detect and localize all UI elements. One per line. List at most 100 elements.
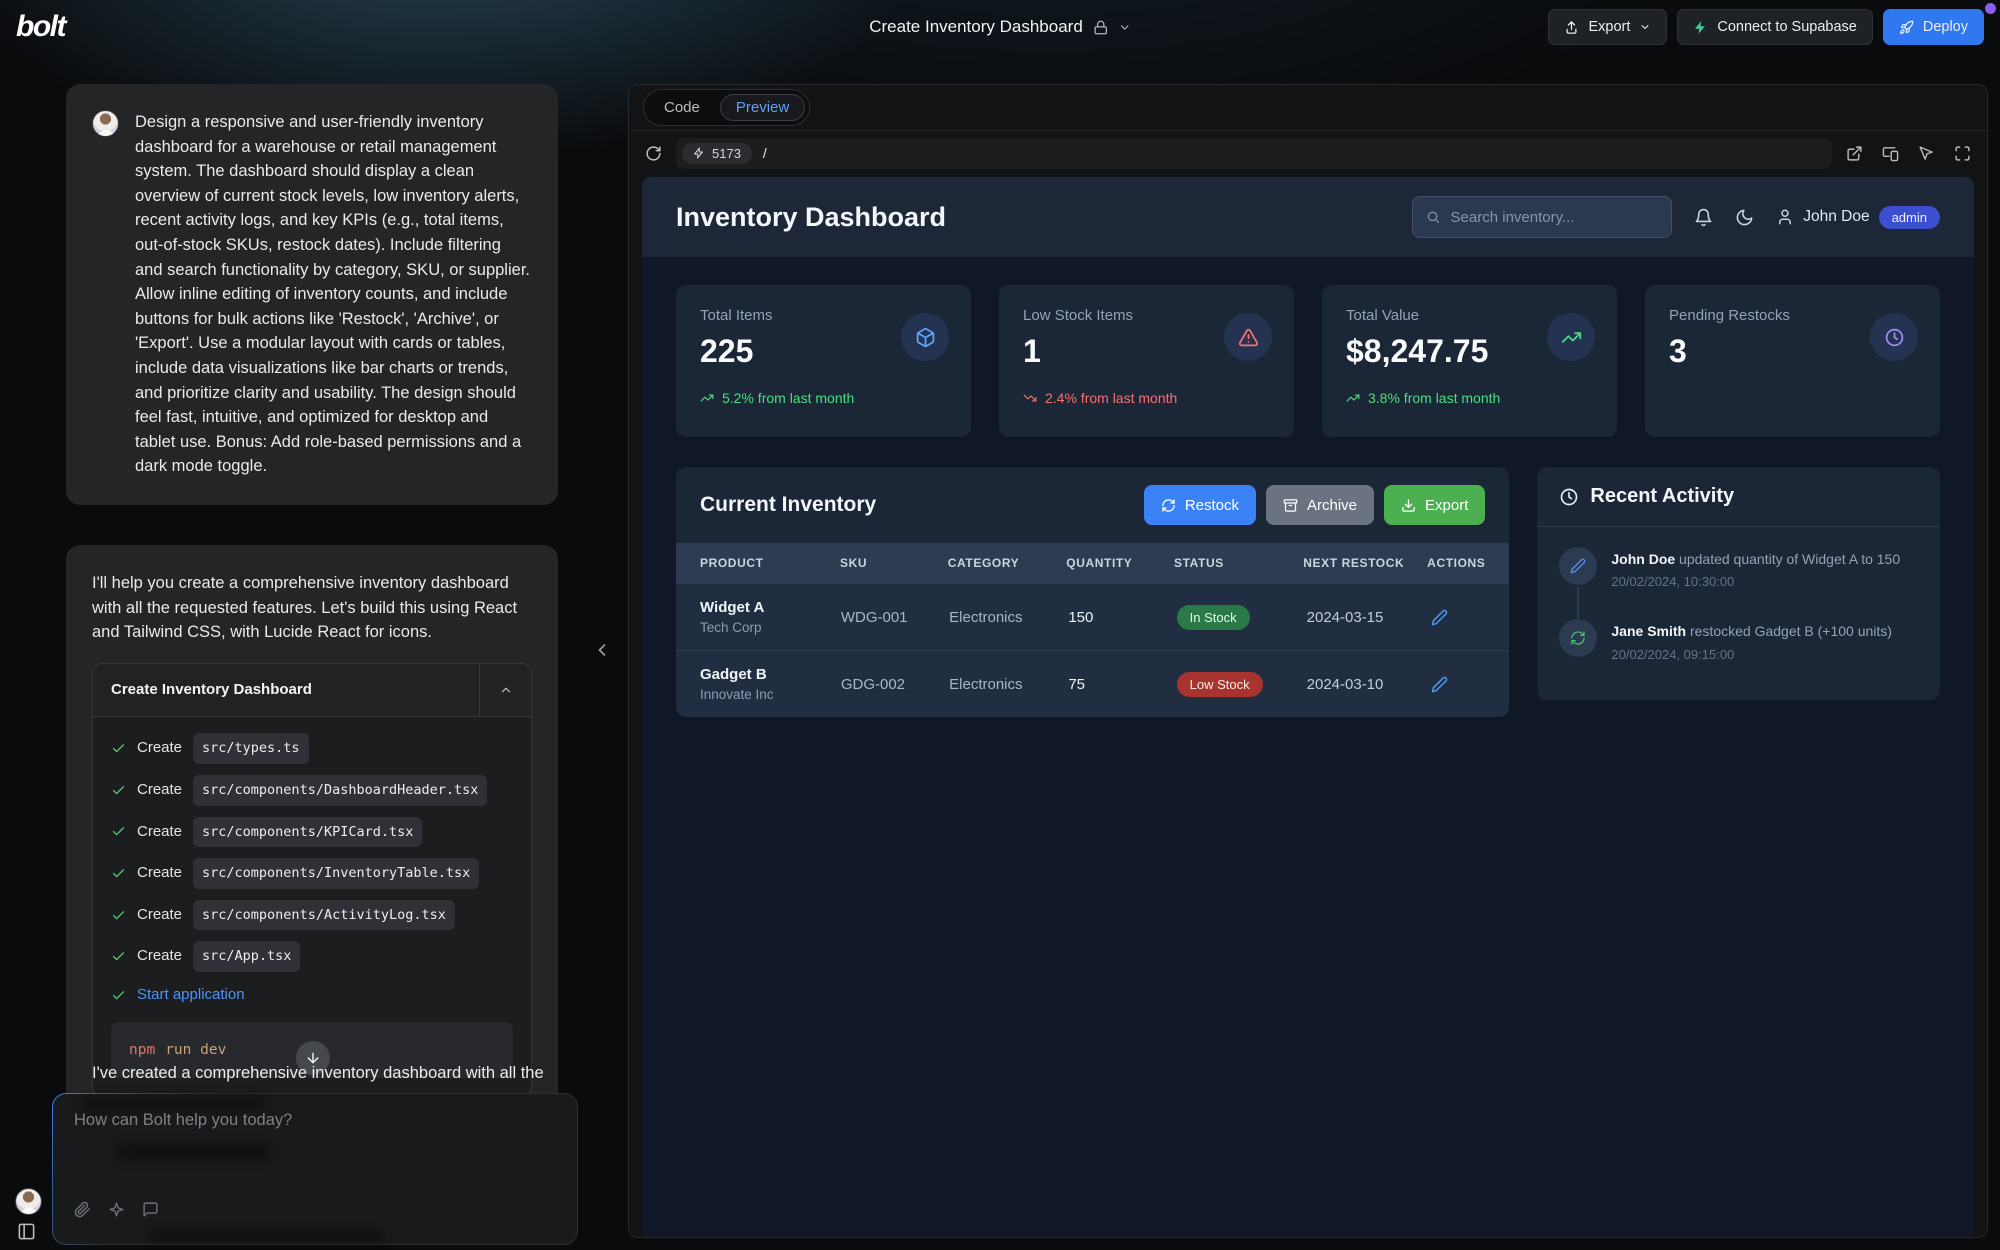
list-item: John Doe updated quantity of Widget A to… bbox=[1559, 547, 1918, 619]
project-title-menu[interactable]: Create Inventory Dashboard bbox=[869, 0, 1131, 54]
activity-user: Jane Smith bbox=[1611, 623, 1686, 639]
command-binary: npm bbox=[129, 1042, 155, 1058]
product-category: Electronics bbox=[949, 676, 1068, 693]
kpi-card-total-items: Total Items 225 5.2% from last month bbox=[676, 285, 971, 437]
artifact-step: Create src/App.tsx bbox=[111, 941, 513, 972]
export-csv-button[interactable]: Export bbox=[1384, 485, 1485, 525]
attach-file-icon[interactable] bbox=[74, 1201, 91, 1218]
chevron-up-icon bbox=[499, 683, 513, 697]
file-chip[interactable]: src/types.ts bbox=[193, 733, 309, 764]
product-quantity[interactable]: 75 bbox=[1068, 676, 1176, 693]
edit-pencil-icon[interactable] bbox=[1431, 609, 1448, 626]
account-avatar[interactable] bbox=[15, 1188, 42, 1215]
step-action: Create bbox=[137, 861, 182, 886]
export-label: Export bbox=[1588, 19, 1630, 35]
role-badge: admin bbox=[1879, 206, 1940, 229]
product-name: Gadget B bbox=[700, 666, 841, 683]
notification-dot bbox=[1985, 3, 1996, 14]
deploy-label: Deploy bbox=[1923, 19, 1968, 35]
artifact-step: Create src/components/DashboardHeader.ts… bbox=[111, 775, 513, 806]
chevron-down-icon bbox=[1639, 21, 1651, 33]
sparkles-icon[interactable] bbox=[108, 1201, 125, 1218]
step-action: Create bbox=[137, 903, 182, 928]
tab-preview[interactable]: Preview bbox=[720, 94, 805, 121]
collapse-chat-chevron-icon[interactable] bbox=[592, 640, 612, 660]
responsive-devices-icon[interactable] bbox=[1882, 145, 1899, 162]
edit-pencil-icon[interactable] bbox=[1431, 676, 1448, 693]
activity-action: restocked Gadget B (+100 units) bbox=[1686, 623, 1892, 639]
reload-icon[interactable] bbox=[645, 145, 662, 162]
project-title: Create Inventory Dashboard bbox=[869, 17, 1083, 37]
activity-action: updated quantity of Widget A to 150 bbox=[1675, 551, 1900, 567]
chat-icon[interactable] bbox=[142, 1201, 159, 1218]
activity-timestamp: 20/02/2024, 09:15:00 bbox=[1611, 647, 1892, 662]
column-header: Next Restock bbox=[1303, 554, 1413, 572]
table-row: Widget A Tech Corp WDG-001 Electronics 1… bbox=[676, 583, 1509, 650]
refresh-icon bbox=[1161, 498, 1176, 513]
step-action: Create bbox=[137, 778, 182, 803]
activity-timestamp: 20/02/2024, 10:30:00 bbox=[1611, 574, 1900, 589]
start-application-step[interactable]: Start application bbox=[111, 983, 513, 1008]
step-action: Create bbox=[137, 736, 182, 761]
preview-url-bar[interactable]: 5173 / bbox=[676, 138, 1832, 169]
column-header: Status bbox=[1174, 554, 1303, 572]
fullscreen-icon[interactable] bbox=[1954, 145, 1971, 162]
file-chip[interactable]: src/components/DashboardHeader.tsx bbox=[193, 775, 487, 806]
sidebar-toggle-icon[interactable] bbox=[17, 1222, 36, 1241]
notifications-bell-icon[interactable] bbox=[1694, 208, 1713, 227]
collapse-artifact-button[interactable] bbox=[479, 664, 531, 717]
artifact-title: Create Inventory Dashboard bbox=[93, 664, 479, 717]
chevron-down-icon bbox=[1118, 21, 1131, 34]
user-name: John Doe bbox=[1803, 208, 1869, 226]
activity-title: Recent Activity bbox=[1590, 485, 1734, 508]
trending-up-icon bbox=[1561, 327, 1582, 348]
column-header: Actions bbox=[1427, 554, 1485, 572]
open-external-icon[interactable] bbox=[1846, 145, 1863, 162]
restock-button[interactable]: Restock bbox=[1144, 485, 1256, 525]
kpi-trend: 5.2% from last month bbox=[722, 390, 854, 406]
rocket-icon bbox=[1899, 20, 1914, 35]
preview-panel: Code Preview 5173 / Inventory Dashboard bbox=[628, 84, 1988, 1238]
user-prompt-text: Design a responsive and user-friendly in… bbox=[135, 110, 532, 479]
search-input[interactable] bbox=[1451, 209, 1659, 226]
assistant-message: I'll help you create a comprehensive inv… bbox=[66, 545, 558, 1123]
search-icon bbox=[1426, 209, 1440, 225]
product-supplier: Innovate Inc bbox=[700, 687, 841, 702]
archive-button[interactable]: Archive bbox=[1266, 485, 1374, 525]
table-row: Gadget B Innovate Inc GDG-002 Electronic… bbox=[676, 650, 1509, 717]
file-chip[interactable]: src/App.tsx bbox=[193, 941, 300, 972]
deploy-button[interactable]: Deploy bbox=[1883, 9, 1984, 45]
export-label: Export bbox=[1425, 497, 1468, 514]
port-badge[interactable]: 5173 bbox=[682, 143, 752, 164]
export-button[interactable]: Export bbox=[1548, 9, 1667, 45]
check-icon bbox=[111, 741, 126, 756]
file-chip[interactable]: src/components/KPICard.tsx bbox=[193, 817, 422, 848]
code-preview-toggle: Code Preview bbox=[643, 89, 810, 126]
bolt-logo[interactable]: bolt bbox=[16, 10, 65, 44]
user-menu[interactable]: John Doe admin bbox=[1776, 206, 1940, 229]
dark-mode-moon-icon[interactable] bbox=[1735, 208, 1754, 227]
tab-code[interactable]: Code bbox=[648, 94, 716, 121]
next-restock-date: 2024-03-10 bbox=[1307, 676, 1432, 693]
artifact-header[interactable]: Create Inventory Dashboard bbox=[93, 664, 531, 718]
connect-supabase-button[interactable]: Connect to Supabase bbox=[1677, 9, 1872, 45]
check-icon bbox=[111, 824, 126, 839]
restock-label: Restock bbox=[1185, 497, 1239, 514]
inspect-cursor-icon[interactable] bbox=[1918, 145, 1935, 162]
trending-down-icon bbox=[1023, 391, 1037, 405]
check-icon bbox=[111, 949, 126, 964]
supabase-label: Connect to Supabase bbox=[1717, 19, 1856, 35]
file-chip[interactable]: src/components/InventoryTable.tsx bbox=[193, 858, 479, 889]
product-quantity[interactable]: 150 bbox=[1068, 609, 1176, 626]
inventory-dashboard-app: Inventory Dashboard John Doe admin Total… bbox=[642, 177, 1974, 1237]
column-header: Product bbox=[700, 554, 840, 572]
chat-input-placeholder: How can Bolt help you today? bbox=[74, 1111, 292, 1130]
chat-input[interactable]: How can Bolt help you today? bbox=[52, 1093, 578, 1245]
column-header: Quantity bbox=[1066, 554, 1174, 572]
top-bar: bolt Create Inventory Dashboard Export C… bbox=[0, 0, 2000, 54]
file-chip[interactable]: src/components/ActivityLog.tsx bbox=[193, 900, 455, 931]
product-supplier: Tech Corp bbox=[700, 620, 841, 635]
status-badge: In Stock bbox=[1177, 605, 1250, 630]
artifact-panel: Create Inventory Dashboard Create src/ty… bbox=[92, 663, 532, 1097]
inventory-search[interactable] bbox=[1412, 196, 1672, 238]
